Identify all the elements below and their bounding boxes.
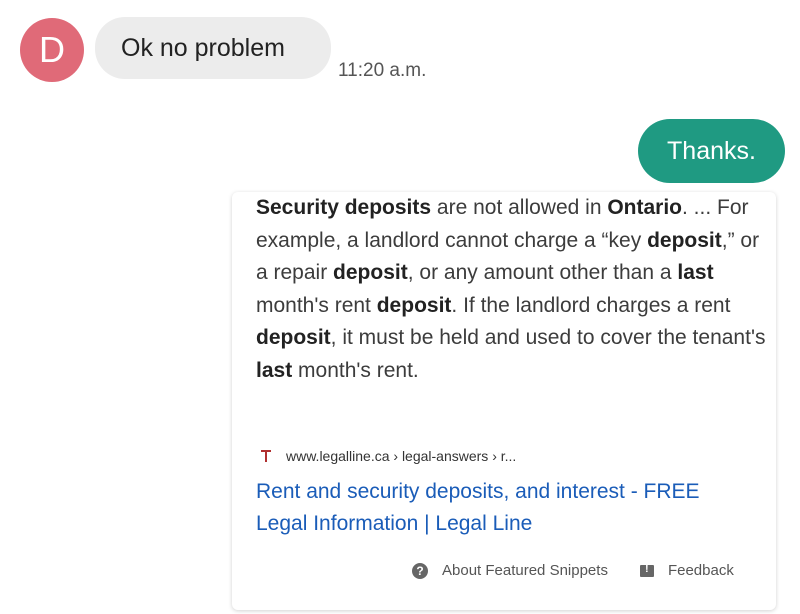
- about-featured-snippets-link[interactable]: About Featured Snippets: [442, 562, 608, 579]
- snippet-bold-term: deposit: [376, 293, 452, 317]
- snippet-text: Security deposits are not allowed in Ont…: [256, 192, 766, 387]
- snippet-bold-term: deposit: [256, 326, 331, 349]
- incoming-message-text: Ok no problem: [121, 33, 285, 62]
- incoming-message-bubble[interactable]: Ok no problem: [95, 17, 331, 79]
- snippet-bold-term: Security deposits: [256, 196, 432, 219]
- snippet-segment: are not allowed in: [431, 196, 608, 219]
- snippet-segment: month's rent: [256, 293, 377, 317]
- feedback-icon[interactable]: [639, 563, 654, 577]
- snippet-bold-term: last: [256, 358, 293, 382]
- featured-snippet-card: Security deposits are not allowed in Ont…: [232, 192, 776, 610]
- avatar[interactable]: D: [20, 18, 84, 82]
- snippet-bold-term: deposit: [333, 261, 408, 284]
- snippet-bold-term: last: [677, 261, 714, 284]
- snippet-segment: . If the landlord charges a rent: [451, 293, 731, 317]
- snippet-footer: ? About Featured Snippets Feedback: [412, 562, 734, 579]
- result-link[interactable]: Rent and security deposits, and interest…: [256, 476, 756, 540]
- snippet-bold-term: deposit: [647, 228, 722, 252]
- feedback-link[interactable]: Feedback: [668, 562, 734, 579]
- snippet-segment: , or any amount other than a: [407, 261, 678, 284]
- snippet-segment: , it must be held and used to cover the …: [330, 326, 766, 349]
- source-url-text: www.legalline.ca › legal-answers › r...: [286, 448, 517, 464]
- legalline-favicon-icon: [260, 450, 272, 462]
- message-timestamp: 11:20 a.m.: [338, 60, 427, 81]
- source-url[interactable]: www.legalline.ca › legal-answers › r...: [260, 448, 516, 464]
- avatar-letter: D: [39, 29, 65, 70]
- help-circle-icon[interactable]: ?: [412, 562, 428, 579]
- outgoing-message-text: Thanks.: [667, 136, 756, 165]
- snippet-bold-term: Ontario: [607, 196, 683, 219]
- outgoing-message-bubble[interactable]: Thanks.: [638, 119, 785, 183]
- snippet-segment: month's rent.: [292, 358, 419, 382]
